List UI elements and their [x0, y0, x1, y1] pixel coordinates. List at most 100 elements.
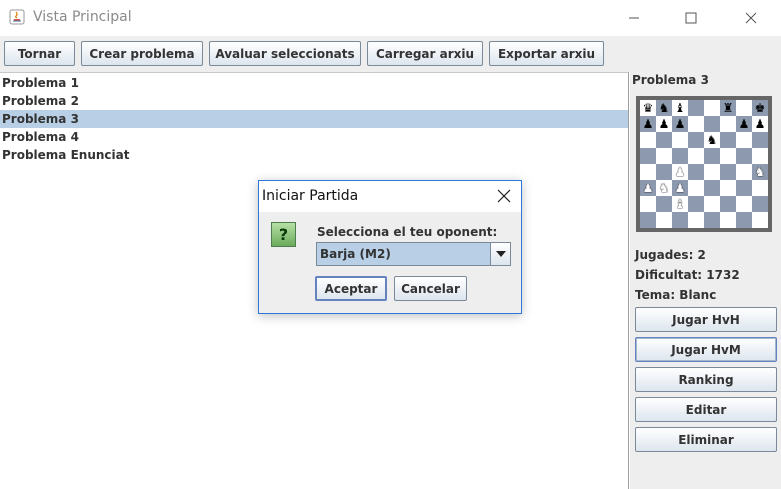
board-square: [736, 148, 752, 164]
minimize-icon: [629, 17, 639, 19]
create-problem-button[interactable]: Crear problema: [81, 41, 203, 66]
board-square: [672, 212, 688, 228]
chess-piece-icon: ♟: [642, 117, 654, 131]
minimize-button[interactable]: [611, 0, 657, 36]
chess-board: ♛ ♞ ♝ ♜ ♚ ♟ ♟ ♟ ♟ ♟ ♞ ♟ ♞ ♟ ♞ ♟ ♝: [636, 96, 772, 232]
delete-button[interactable]: Eliminar: [635, 427, 777, 452]
list-item[interactable]: Problema 4: [0, 128, 628, 146]
list-item[interactable]: Problema Enunciat: [0, 146, 628, 164]
toolbar: Tornar Crear problema Avaluar selecciona…: [0, 36, 781, 72]
opponent-label: Selecciona el teu oponent:: [317, 225, 498, 239]
evaluate-selected-button[interactable]: Avaluar seleccionats: [209, 41, 361, 66]
dialog-title: Iniciar Partida: [262, 188, 359, 204]
ranking-button[interactable]: Ranking: [635, 367, 777, 392]
board-square: [672, 132, 688, 148]
load-file-button[interactable]: Carregar arxiu: [367, 41, 483, 66]
close-window-button[interactable]: [728, 0, 774, 36]
board-square: ♞: [656, 100, 672, 116]
cancel-button[interactable]: Cancelar: [394, 276, 467, 301]
dialog-titlebar: Iniciar Partida: [259, 181, 521, 212]
play-hvh-button[interactable]: Jugar HvH: [635, 307, 777, 332]
question-icon: ?: [271, 222, 296, 247]
board-square: [736, 132, 752, 148]
board-square: [752, 148, 768, 164]
board-square: [688, 116, 704, 132]
board-square: [704, 100, 720, 116]
chess-piece-icon: ♞: [706, 133, 718, 147]
problem-title: Problema 3: [632, 73, 709, 87]
board-square: ♝: [672, 100, 688, 116]
board-square: ♝: [672, 196, 688, 212]
board-square: [704, 148, 720, 164]
list-item-selected[interactable]: Problema 3: [0, 110, 628, 128]
board-square: [720, 180, 736, 196]
accept-button[interactable]: Aceptar: [315, 276, 387, 301]
board-square: ♟: [736, 116, 752, 132]
close-icon[interactable]: [497, 189, 511, 203]
export-file-button[interactable]: Exportar arxiu: [489, 41, 604, 66]
chess-piece-icon: ♜: [722, 101, 734, 115]
board-square: [640, 164, 656, 180]
board-square: [720, 212, 736, 228]
board-square: [720, 116, 736, 132]
board-square: [656, 196, 672, 212]
chess-piece-icon: ♝: [674, 101, 686, 115]
board-square: ♟: [640, 116, 656, 132]
board-square: [704, 164, 720, 180]
edit-button[interactable]: Editar: [635, 397, 777, 422]
board-square: [720, 196, 736, 212]
board-square: [752, 196, 768, 212]
board-square: [688, 164, 704, 180]
close-icon: [745, 12, 757, 24]
problem-detail-panel: Problema 3 ♛ ♞ ♝ ♜ ♚ ♟ ♟ ♟ ♟ ♟ ♞ ♟ ♞ ♟ ♞ ♟ ♝ Jugades: 2 …: [630, 72, 781, 489]
java-app-icon: [9, 9, 25, 25]
window-titlebar: Vista Principal: [0, 0, 781, 36]
board-square: ♟: [672, 180, 688, 196]
opponent-select[interactable]: Barja (M2): [316, 242, 511, 266]
board-square: [640, 212, 656, 228]
board-square: [720, 148, 736, 164]
dropdown-button[interactable]: [490, 243, 510, 265]
board-square: [704, 212, 720, 228]
board-square: [736, 212, 752, 228]
board-square: [720, 164, 736, 180]
board-square: ♞: [704, 132, 720, 148]
maximize-button[interactable]: [668, 0, 714, 36]
board-square: [656, 148, 672, 164]
chess-piece-icon: ♟: [658, 117, 670, 131]
board-square: [704, 116, 720, 132]
board-square: [688, 100, 704, 116]
board-square: ♚: [752, 100, 768, 116]
board-square: [752, 180, 768, 196]
theme-label: Tema: Blanc: [635, 288, 717, 302]
difficulty-label: Dificultat: 1732: [635, 268, 740, 282]
board-square: [688, 148, 704, 164]
board-square: [736, 180, 752, 196]
board-square: [736, 100, 752, 116]
start-game-dialog: Iniciar Partida ? Selecciona el teu opon…: [258, 180, 522, 314]
board-square: [656, 212, 672, 228]
window-title: Vista Principal: [33, 9, 132, 25]
board-square: ♟: [672, 116, 688, 132]
chess-piece-icon: ♟: [738, 117, 750, 131]
opponent-selected-value: Barja (M2): [320, 247, 391, 261]
board-square: [656, 132, 672, 148]
board-square: [688, 212, 704, 228]
board-square: [736, 164, 752, 180]
board-square: [736, 196, 752, 212]
list-item[interactable]: Problema 2: [0, 92, 628, 110]
board-square: [656, 164, 672, 180]
list-item[interactable]: Problema 1: [0, 74, 628, 92]
moves-label: Jugades: 2: [635, 248, 706, 262]
board-square: [720, 132, 736, 148]
chess-piece-icon: ♟: [642, 181, 654, 195]
board-square: [752, 212, 768, 228]
back-button[interactable]: Tornar: [4, 41, 75, 66]
chevron-down-icon: [495, 251, 506, 257]
play-hvm-button[interactable]: Jugar HvM: [635, 337, 777, 362]
board-square: [640, 196, 656, 212]
chess-piece-icon: ♚: [754, 101, 766, 115]
board-square: [640, 148, 656, 164]
chess-piece-icon: ♟: [754, 117, 766, 131]
board-square: [752, 132, 768, 148]
